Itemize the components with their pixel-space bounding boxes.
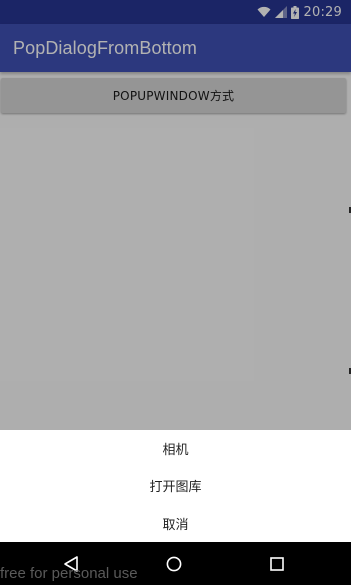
cancel-option[interactable]: 取消 bbox=[0, 505, 351, 542]
open-gallery-option[interactable]: 打开图库 bbox=[0, 467, 351, 504]
recents-icon[interactable] bbox=[265, 552, 289, 576]
screen: 20:29 PopDialogFromBottom POPUPWINDOW方式 … bbox=[0, 0, 351, 585]
camera-option[interactable]: 相机 bbox=[0, 430, 351, 467]
home-icon[interactable] bbox=[162, 552, 186, 576]
watermark-text: free for personal use bbox=[0, 565, 138, 582]
bottom-sheet: 相机 打开图库 取消 bbox=[0, 430, 351, 542]
